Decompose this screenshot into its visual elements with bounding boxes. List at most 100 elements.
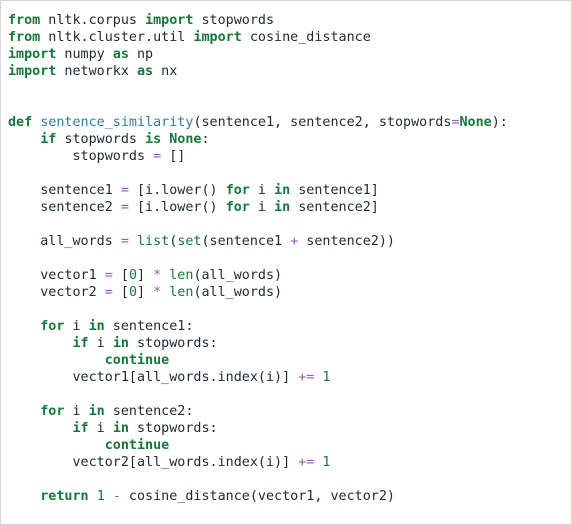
code-token: for bbox=[225, 200, 250, 215]
code-line: from nltk.corpus import stopwords bbox=[8, 12, 508, 29]
code-token: (sentence1 bbox=[201, 234, 291, 249]
code-token: nltk.cluster.util bbox=[40, 30, 194, 45]
code-line: vector2[all_words.index(i)] += 1 bbox=[8, 454, 508, 471]
code-token: sentence_similarity bbox=[40, 115, 194, 130]
code-token: vector1[all_words.index(i)] bbox=[8, 370, 299, 385]
code-token: numpy bbox=[56, 47, 113, 62]
code-line: all_words = list(set(sentence1 + sentenc… bbox=[8, 233, 508, 250]
code-token: ] bbox=[137, 268, 154, 283]
code-token: from bbox=[8, 30, 41, 45]
code-line: import numpy as np bbox=[8, 46, 508, 63]
code-line: for i in sentence2: bbox=[8, 403, 508, 420]
code-token: 1 bbox=[322, 455, 331, 470]
code-token: for bbox=[40, 319, 65, 334]
code-token: for bbox=[225, 183, 250, 198]
code-token: import bbox=[8, 64, 57, 79]
code-token: set bbox=[177, 234, 202, 249]
code-token: = bbox=[104, 268, 113, 283]
code-token: (sentence1, sentence2, stopwords bbox=[193, 115, 452, 130]
code-token: if bbox=[72, 421, 89, 436]
code-token: [i.lower() bbox=[128, 183, 226, 198]
code-line: if stopwords is None: bbox=[8, 131, 508, 148]
code-token: stopwords bbox=[56, 132, 146, 147]
code-line: for i in sentence1: bbox=[8, 318, 508, 335]
code-token: stopwords bbox=[8, 149, 154, 164]
code-token: None bbox=[169, 132, 202, 147]
code-token: sentence2] bbox=[290, 200, 379, 215]
code-token: 1 bbox=[96, 489, 105, 504]
code-token: [] bbox=[161, 149, 186, 164]
code-token: all_words bbox=[8, 234, 121, 249]
code-line: if i in stopwords: bbox=[8, 335, 508, 352]
code-token: : bbox=[201, 132, 210, 147]
code-token: networkx bbox=[56, 64, 137, 79]
code-token: stopwords bbox=[193, 13, 275, 28]
code-token: = bbox=[104, 285, 113, 300]
code-token: sentence1: bbox=[104, 319, 194, 334]
code-line: return 1 - cosine_distance(vector1, vect… bbox=[8, 488, 508, 505]
code-token: return bbox=[40, 489, 89, 504]
code-token: sentence1] bbox=[290, 183, 379, 198]
code-token: import bbox=[193, 30, 242, 45]
code-token: vector2 bbox=[8, 285, 105, 300]
code-line: continue bbox=[8, 437, 508, 454]
code-token: import bbox=[8, 47, 57, 62]
code-token: continue bbox=[104, 438, 170, 453]
code-token: list bbox=[137, 234, 170, 249]
code-token: from bbox=[8, 13, 41, 28]
code-token: i bbox=[64, 319, 89, 334]
code-token: as bbox=[137, 64, 154, 79]
code-token: len bbox=[169, 268, 194, 283]
code-line: vector1 = [0] * len(all_words) bbox=[8, 267, 508, 284]
code-token: += bbox=[298, 455, 315, 470]
code-token: stopwords: bbox=[128, 421, 218, 436]
code-line: vector1[all_words.index(i)] += 1 bbox=[8, 369, 508, 386]
code-token: import bbox=[145, 13, 194, 28]
code-line: continue bbox=[8, 352, 508, 369]
code-token: sentence2 bbox=[8, 200, 121, 215]
code-line: sentence1 = [i.lower() for i in sentence… bbox=[8, 182, 508, 199]
code-token: i bbox=[88, 336, 113, 351]
code-token: None bbox=[459, 115, 492, 130]
code-token: sentence2)) bbox=[298, 234, 395, 249]
code-token: = bbox=[120, 234, 129, 249]
code-token: (all_words) bbox=[193, 285, 283, 300]
code-token: cosine_distance bbox=[241, 30, 371, 45]
code-token: i bbox=[88, 421, 113, 436]
code-token: for bbox=[40, 404, 65, 419]
code-token: sentence2: bbox=[104, 404, 194, 419]
code-token: cosine_distance(vector1, vector2) bbox=[120, 489, 395, 504]
code-line: vector2 = [0] * len(all_words) bbox=[8, 284, 508, 301]
code-token: in bbox=[88, 404, 105, 419]
code-token: i bbox=[249, 183, 275, 198]
code-token: in bbox=[88, 319, 105, 334]
code-token: sentence1 bbox=[8, 183, 121, 198]
code-token: - bbox=[112, 489, 121, 504]
code-token: = bbox=[120, 200, 129, 215]
code-token: = bbox=[153, 149, 162, 164]
code-token: vector2[all_words.index(i)] bbox=[8, 455, 299, 470]
code-line: if i in stopwords: bbox=[8, 420, 508, 437]
code-token: def bbox=[8, 115, 33, 130]
code-token: ] bbox=[137, 285, 154, 300]
code-token: in bbox=[274, 183, 291, 198]
code-token: is bbox=[145, 132, 162, 147]
code-token: i bbox=[249, 200, 275, 215]
code-token: (all_words) bbox=[193, 268, 283, 283]
